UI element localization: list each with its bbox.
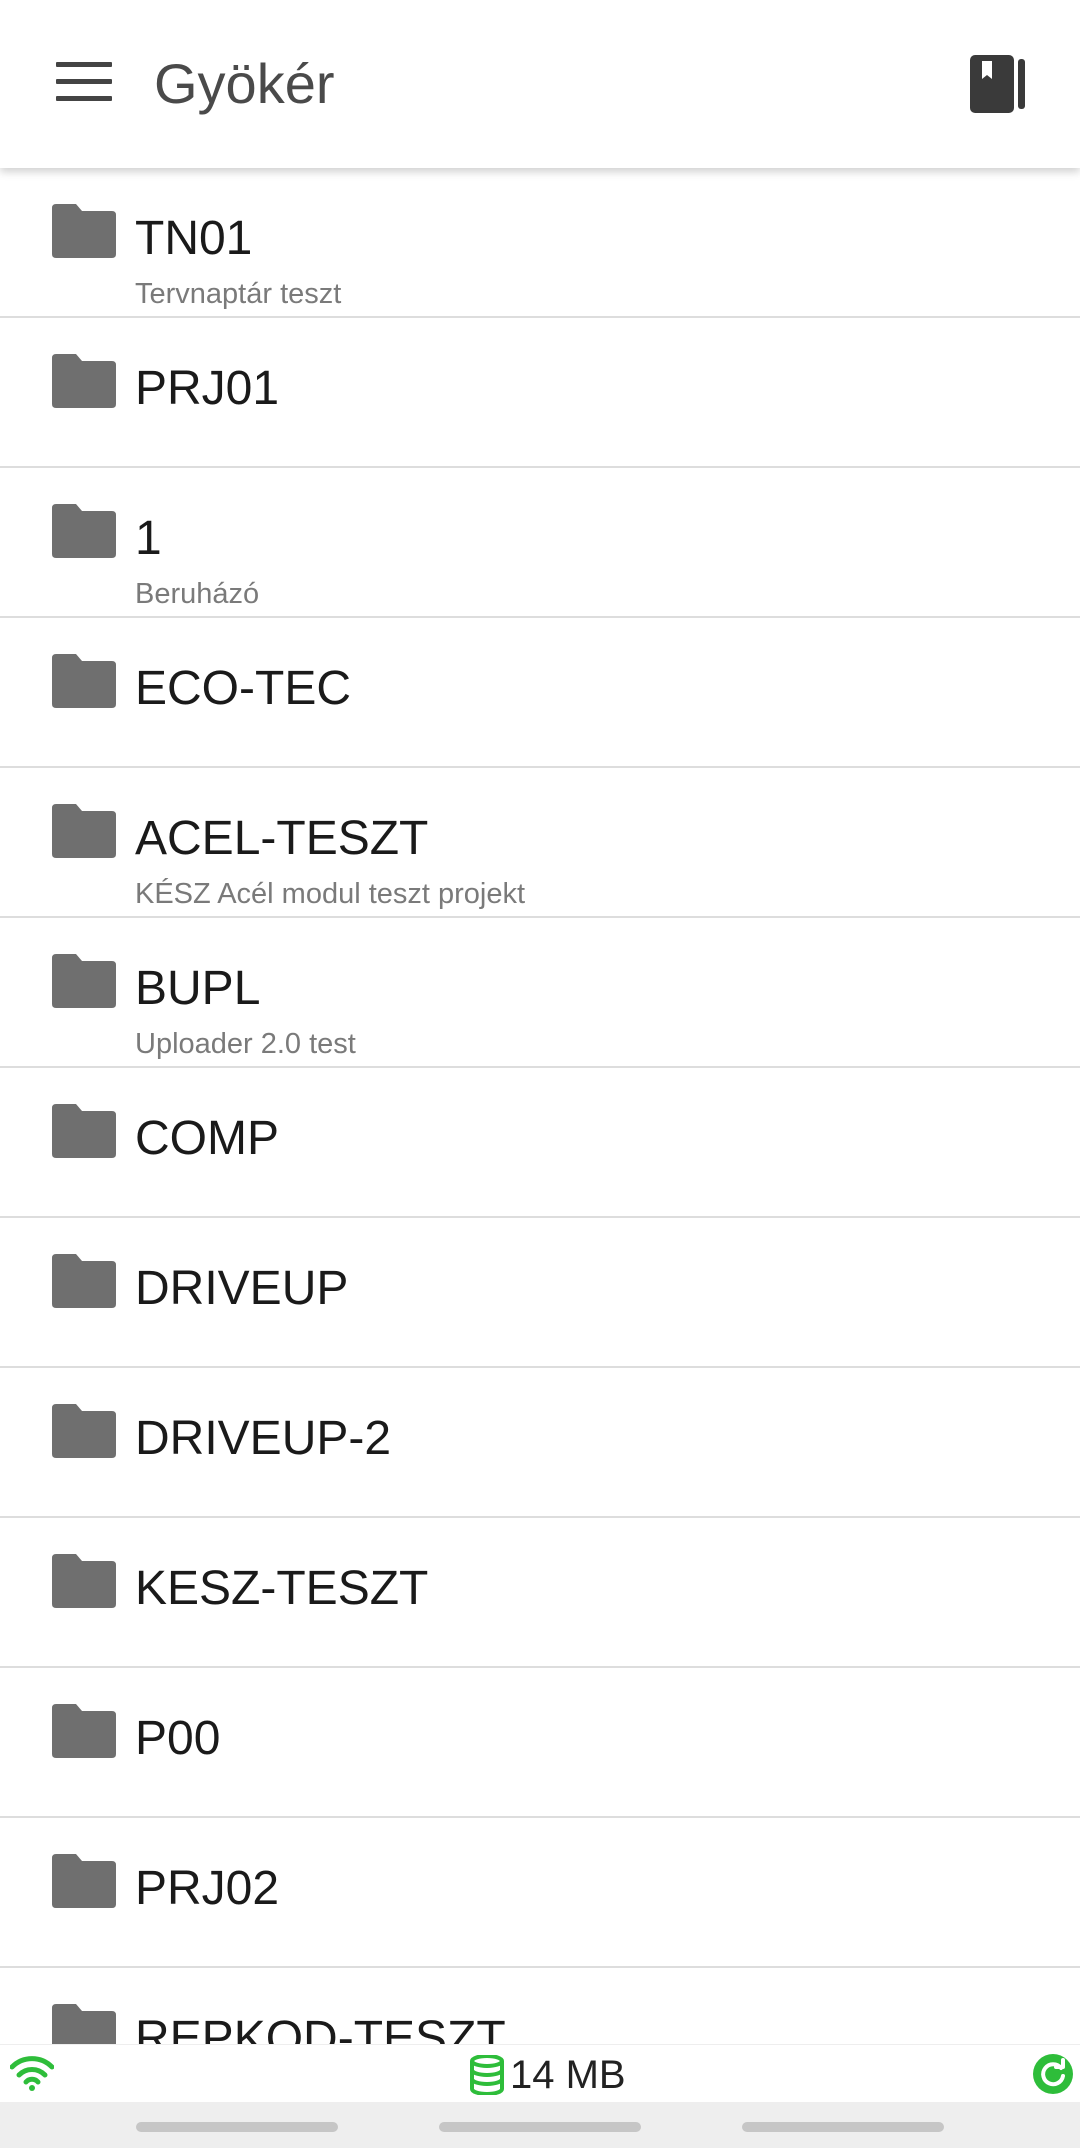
folder-row[interactable]: REPKOD-TESZT [0, 1968, 1080, 2044]
book-icon[interactable] [970, 55, 1026, 113]
system-nav-bar [0, 2102, 1080, 2148]
folder-row[interactable]: DRIVEUP-2 [0, 1368, 1080, 1518]
folder-row[interactable]: BUPL Uploader 2.0 test [0, 918, 1080, 1068]
folder-row[interactable]: KESZ-TESZT [0, 1518, 1080, 1668]
folder-row[interactable]: PRJ02 [0, 1818, 1080, 1968]
folder-name: BUPL [135, 962, 261, 1015]
folder-row[interactable]: PRJ01 [0, 318, 1080, 468]
folder-description: KÉSZ Acél modul teszt projekt [135, 878, 526, 910]
folder-description: Beruházó [135, 578, 260, 610]
folder-description: Uploader 2.0 test [135, 1028, 356, 1060]
folder-name: COMP [135, 1112, 279, 1165]
folder-name: PRJ02 [135, 1862, 280, 1915]
folder-name: TN01 [135, 212, 253, 265]
folder-list: TN01 Tervnaptár teszt PRJ01 1 Beruházó ECO-TE… [0, 168, 1080, 2044]
folder-name: 1 [135, 512, 162, 565]
folder-row[interactable]: DRIVEUP [0, 1218, 1080, 1368]
folder-row[interactable]: COMP [0, 1068, 1080, 1218]
folder-icon [52, 1704, 116, 1758]
database-icon [470, 2055, 504, 2095]
nav-pill-left[interactable] [136, 2122, 338, 2132]
folder-icon [52, 1254, 116, 1308]
app-bar: Gyökér [0, 0, 1080, 168]
folder-name: KESZ-TESZT [135, 1562, 429, 1615]
folder-icon [52, 2004, 116, 2044]
wifi-icon [9, 2055, 55, 2091]
folder-icon [52, 1854, 116, 1908]
folder-row[interactable]: ECO-TEC [0, 618, 1080, 768]
folder-icon [52, 504, 116, 558]
folder-row[interactable]: P00 [0, 1668, 1080, 1818]
folder-row[interactable]: TN01 Tervnaptár teszt [0, 168, 1080, 318]
nav-pill-center[interactable] [439, 2122, 641, 2132]
status-bar: 14 MB [0, 2044, 1080, 2103]
folder-name: DRIVEUP-2 [135, 1412, 392, 1465]
nav-pill-right[interactable] [742, 2122, 944, 2132]
folder-name: PRJ01 [135, 362, 280, 415]
sync-icon[interactable] [1032, 2053, 1074, 2095]
folder-icon [52, 1404, 116, 1458]
folder-icon [52, 804, 116, 858]
storage-size: 14 MB [510, 2053, 626, 2097]
folder-icon [52, 654, 116, 708]
folder-icon [52, 954, 116, 1008]
page-title: Gyökér [154, 52, 335, 115]
folder-icon [52, 1104, 116, 1158]
folder-description: Tervnaptár teszt [135, 278, 342, 310]
folder-icon [52, 354, 116, 408]
folder-icon [52, 1554, 116, 1608]
folder-name: P00 [135, 1712, 221, 1765]
storage-indicator: 14 MB [470, 2053, 626, 2097]
folder-row[interactable]: ACEL-TESZT KÉSZ Acél modul teszt projekt [0, 768, 1080, 918]
folder-row[interactable]: 1 Beruházó [0, 468, 1080, 618]
hamburger-menu-icon[interactable] [56, 62, 112, 102]
folder-name: REPKOD-TESZT [135, 2012, 506, 2044]
app-screen: Gyökér TN01 Tervnaptár teszt PRJ01 1 Beruház… [0, 0, 1080, 2148]
folder-name: DRIVEUP [135, 1262, 349, 1315]
folder-name: ECO-TEC [135, 662, 351, 715]
folder-icon [52, 204, 116, 258]
folder-name: ACEL-TESZT [135, 812, 429, 865]
